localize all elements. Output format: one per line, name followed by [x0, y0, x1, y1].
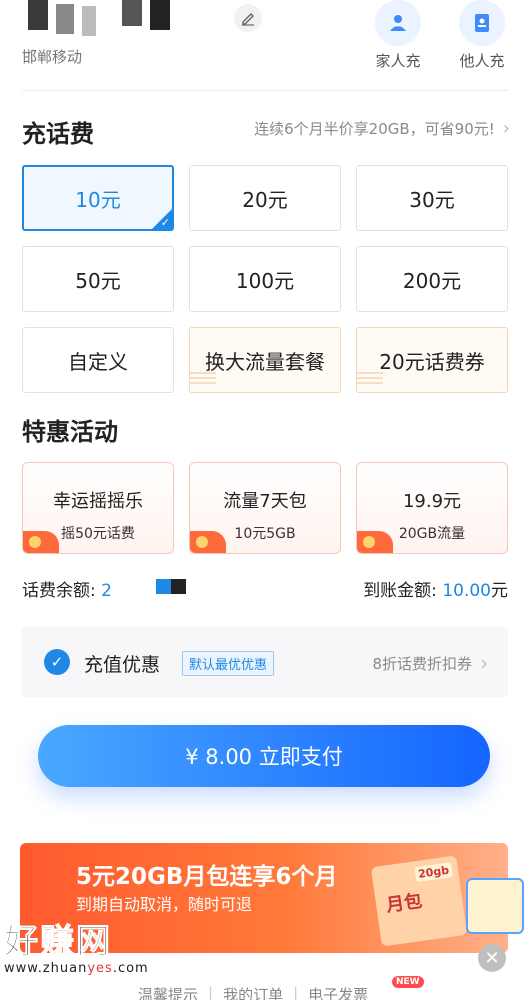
family-topup-label: 家人充	[375, 52, 421, 70]
amount-grid: 10元 ✓ 20元 30元 50元 100元 200元 自定义 换大流量套餐 2…	[22, 165, 508, 393]
watermark: 好赚网 www.zhuanyes.com	[4, 914, 149, 977]
balance: 话费余额: 2	[22, 576, 112, 601]
floating-note-icon[interactable]	[466, 878, 524, 934]
arrival-unit: 元	[491, 581, 508, 601]
masked-phone-number	[28, 0, 170, 36]
coin-icon	[29, 536, 41, 548]
other-topup-button[interactable]: 他人充	[452, 0, 512, 71]
amount-option-100[interactable]: 100元	[189, 246, 341, 312]
discount-label: 充值优惠	[84, 654, 161, 676]
family-topup-button[interactable]: 家人充	[368, 0, 428, 71]
chevron-right-icon: ›	[502, 118, 510, 139]
amount-label: 自定义	[68, 349, 128, 374]
amount-option-20[interactable]: 20元	[189, 165, 341, 231]
recharge-title: 充话费	[22, 120, 94, 148]
other-topup-label: 他人充	[459, 52, 505, 70]
discount-row[interactable]: ✓ 充值优惠 默认最优优惠 8折话费折扣券 ›	[22, 627, 508, 697]
discount-badge: 默认最优优惠	[182, 651, 275, 676]
balance-label: 话费余额:	[22, 581, 96, 601]
discount-coupon[interactable]: 8折话费折扣券 ›	[372, 651, 488, 675]
activity-title: 19.9元	[402, 491, 462, 512]
watermark-text: 好赚网	[4, 922, 112, 963]
amount-label: 10元	[75, 187, 121, 212]
promo-link[interactable]: 连续6个月半价享20GB，可省90元! ›	[254, 118, 510, 139]
amount-label: 50元	[75, 268, 121, 293]
gift-box-icon: 20gb 月包	[370, 855, 468, 947]
carrier-name: 邯郸移动	[22, 48, 83, 66]
activities-title: 特惠活动	[22, 418, 118, 446]
coin-icon	[196, 536, 208, 548]
amount-label: 30元	[409, 187, 455, 212]
footer-invoice-link[interactable]: 电子发票	[308, 984, 368, 1000]
gift-text: 月包	[384, 890, 424, 917]
arrival-amount: 到账金额: 10.00元	[363, 576, 508, 601]
balance-value: 2	[101, 581, 112, 601]
new-badge: NEW	[392, 976, 424, 988]
arrival-value: 10.00	[442, 581, 491, 601]
check-icon: ✓	[160, 216, 170, 229]
amount-option-custom[interactable]: 自定义	[22, 327, 174, 393]
pay-button[interactable]: ¥ 8.00 立即支付	[38, 725, 490, 787]
balance-mask	[156, 579, 186, 594]
contact-book-icon	[459, 0, 505, 46]
banner-title: 5元20GB月包连享6个月	[76, 864, 338, 890]
amount-option-30[interactable]: 30元	[356, 165, 508, 231]
activity-card-7day-pack[interactable]: 流量7天包 10元5GB	[189, 462, 341, 554]
activity-card-lucky-shake[interactable]: 幸运摇摇乐 摇50元话费	[22, 462, 174, 554]
amount-option-50[interactable]: 50元	[22, 246, 174, 312]
amount-label: 200元	[402, 268, 462, 293]
coupon-text: 8折话费折扣券	[372, 654, 472, 673]
banner-subtitle: 到期自动取消，随时可退	[76, 895, 253, 914]
close-icon[interactable]: ✕	[478, 944, 506, 972]
footer-orders-link[interactable]: 我的订单	[223, 984, 283, 1000]
family-icon	[375, 0, 421, 46]
amount-option-200[interactable]: 200元	[356, 246, 508, 312]
page: 邯郸移动 家人充 他人充 充话费 连续6个月半价享20GB，可省90元! › 1…	[0, 0, 528, 1000]
arrival-label: 到账金额:	[363, 581, 437, 601]
amount-option-10[interactable]: 10元 ✓	[22, 165, 174, 231]
amount-label: 换大流量套餐	[205, 349, 325, 374]
chevron-right-icon: ›	[480, 651, 488, 675]
footer-tip-link[interactable]: 温馨提示	[138, 984, 198, 1000]
activity-grid: 幸运摇摇乐 摇50元话费 流量7天包 10元5GB 19.9元 20GB流量	[22, 462, 508, 554]
amount-label: 20元话费券	[379, 349, 485, 374]
activity-title: 流量7天包	[223, 491, 307, 512]
amount-option-voucher[interactable]: 20元话费券	[356, 327, 508, 393]
amount-label: 100元	[235, 268, 295, 293]
coin-icon	[363, 536, 375, 548]
activity-title: 幸运摇摇乐	[53, 491, 143, 512]
gift-tag: 20gb	[414, 862, 453, 883]
header: 邯郸移动 家人充 他人充	[0, 0, 528, 90]
decoration	[357, 372, 383, 386]
promo-text: 连续6个月半价享20GB，可省90元!	[254, 120, 495, 138]
footer-links: 温馨提示 | 我的订单 | 电子发票	[138, 984, 368, 1000]
decoration	[190, 372, 216, 386]
header-divider	[22, 90, 508, 91]
activity-card-20gb[interactable]: 19.9元 20GB流量	[356, 462, 508, 554]
edit-icon[interactable]	[234, 4, 262, 32]
amount-label: 20元	[242, 187, 288, 212]
check-circle-icon[interactable]: ✓	[44, 649, 70, 675]
watermark-url: www.zhuanyes.com	[4, 961, 149, 976]
amount-option-big-data-plan[interactable]: 换大流量套餐	[189, 327, 341, 393]
